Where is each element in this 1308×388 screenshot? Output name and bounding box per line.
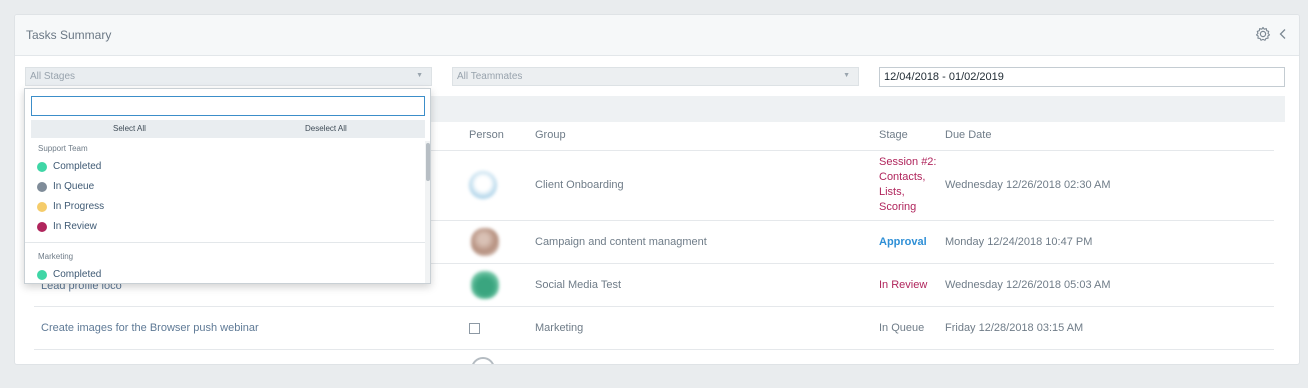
teammates-select-value: All Teammates [457,71,523,82]
status-dot [37,270,47,280]
task-name[interactable]: Create images for the Browser push webin… [41,322,259,334]
group-name: Social Media Test [535,279,622,291]
stage-option-label: Completed [53,269,102,280]
stage-option-label: In Progress [53,201,105,212]
panel-header: Tasks Summary [15,15,1299,56]
column-header-due-date[interactable]: Due Date [945,129,991,141]
teammates-select[interactable]: All Teammates ▼ [452,67,859,86]
stages-select[interactable]: All Stages ▼ [25,67,432,86]
group-name: Marketing [535,322,584,334]
column-header-stage[interactable]: Stage [879,129,908,141]
due-date: Monday 12/24/2018 10:47 PM [945,236,1093,248]
stage-label: In Review [879,279,928,291]
stage-label: Session #2: Contacts, Lists, Scoring [879,156,937,213]
gear-icon[interactable] [1255,26,1271,42]
avatar [471,357,495,364]
stage-option-label: In Queue [53,181,95,192]
stages-search-input[interactable] [31,96,425,116]
status-dot [37,162,47,172]
select-all-button[interactable]: Select All [113,124,146,133]
avatar [469,171,497,199]
caret-down-icon: ▼ [843,72,850,79]
status-dot [37,202,47,212]
status-dot [37,182,47,192]
group-name: Campaign and content managment [535,236,707,248]
stage-option-label: In Review [53,221,97,232]
avatar [471,228,499,256]
due-date: Friday 12/28/2018 03:15 AM [945,322,1084,334]
column-header-group[interactable]: Group [535,129,566,141]
stage-label: Approval [879,236,927,248]
avatar [471,271,499,299]
stage-option-label: Completed [53,161,102,172]
date-range-input[interactable]: 12/04/2018 - 01/02/2019 [879,67,1285,87]
stages-dropdown: Select All Deselect All Support Team Com… [24,88,431,284]
stages-select-value: All Stages [30,71,76,82]
deselect-all-button[interactable]: Deselect All [305,124,347,133]
person-checkbox[interactable] [469,323,480,334]
due-date: Wednesday 12/26/2018 05:03 AM [945,279,1111,291]
column-header-person[interactable]: Person [469,129,504,141]
dropdown-actions: Select All Deselect All [31,120,425,138]
status-dot [37,222,47,232]
panel-title: Tasks Summary [26,28,112,42]
row-divider [34,349,1274,350]
caret-down-icon: ▼ [416,72,423,79]
row-divider [34,306,1274,307]
group-name: Client Onboarding [535,179,624,191]
group-divider [25,242,425,243]
chevron-left-icon[interactable] [1277,28,1289,40]
due-date: Wednesday 12/26/2018 02:30 AM [945,179,1111,191]
stage-label: In Queue [879,322,925,334]
group-label-support-team: Support Team [38,144,88,153]
scrollbar-thumb[interactable] [426,143,430,181]
group-label-marketing: Marketing [38,252,74,261]
